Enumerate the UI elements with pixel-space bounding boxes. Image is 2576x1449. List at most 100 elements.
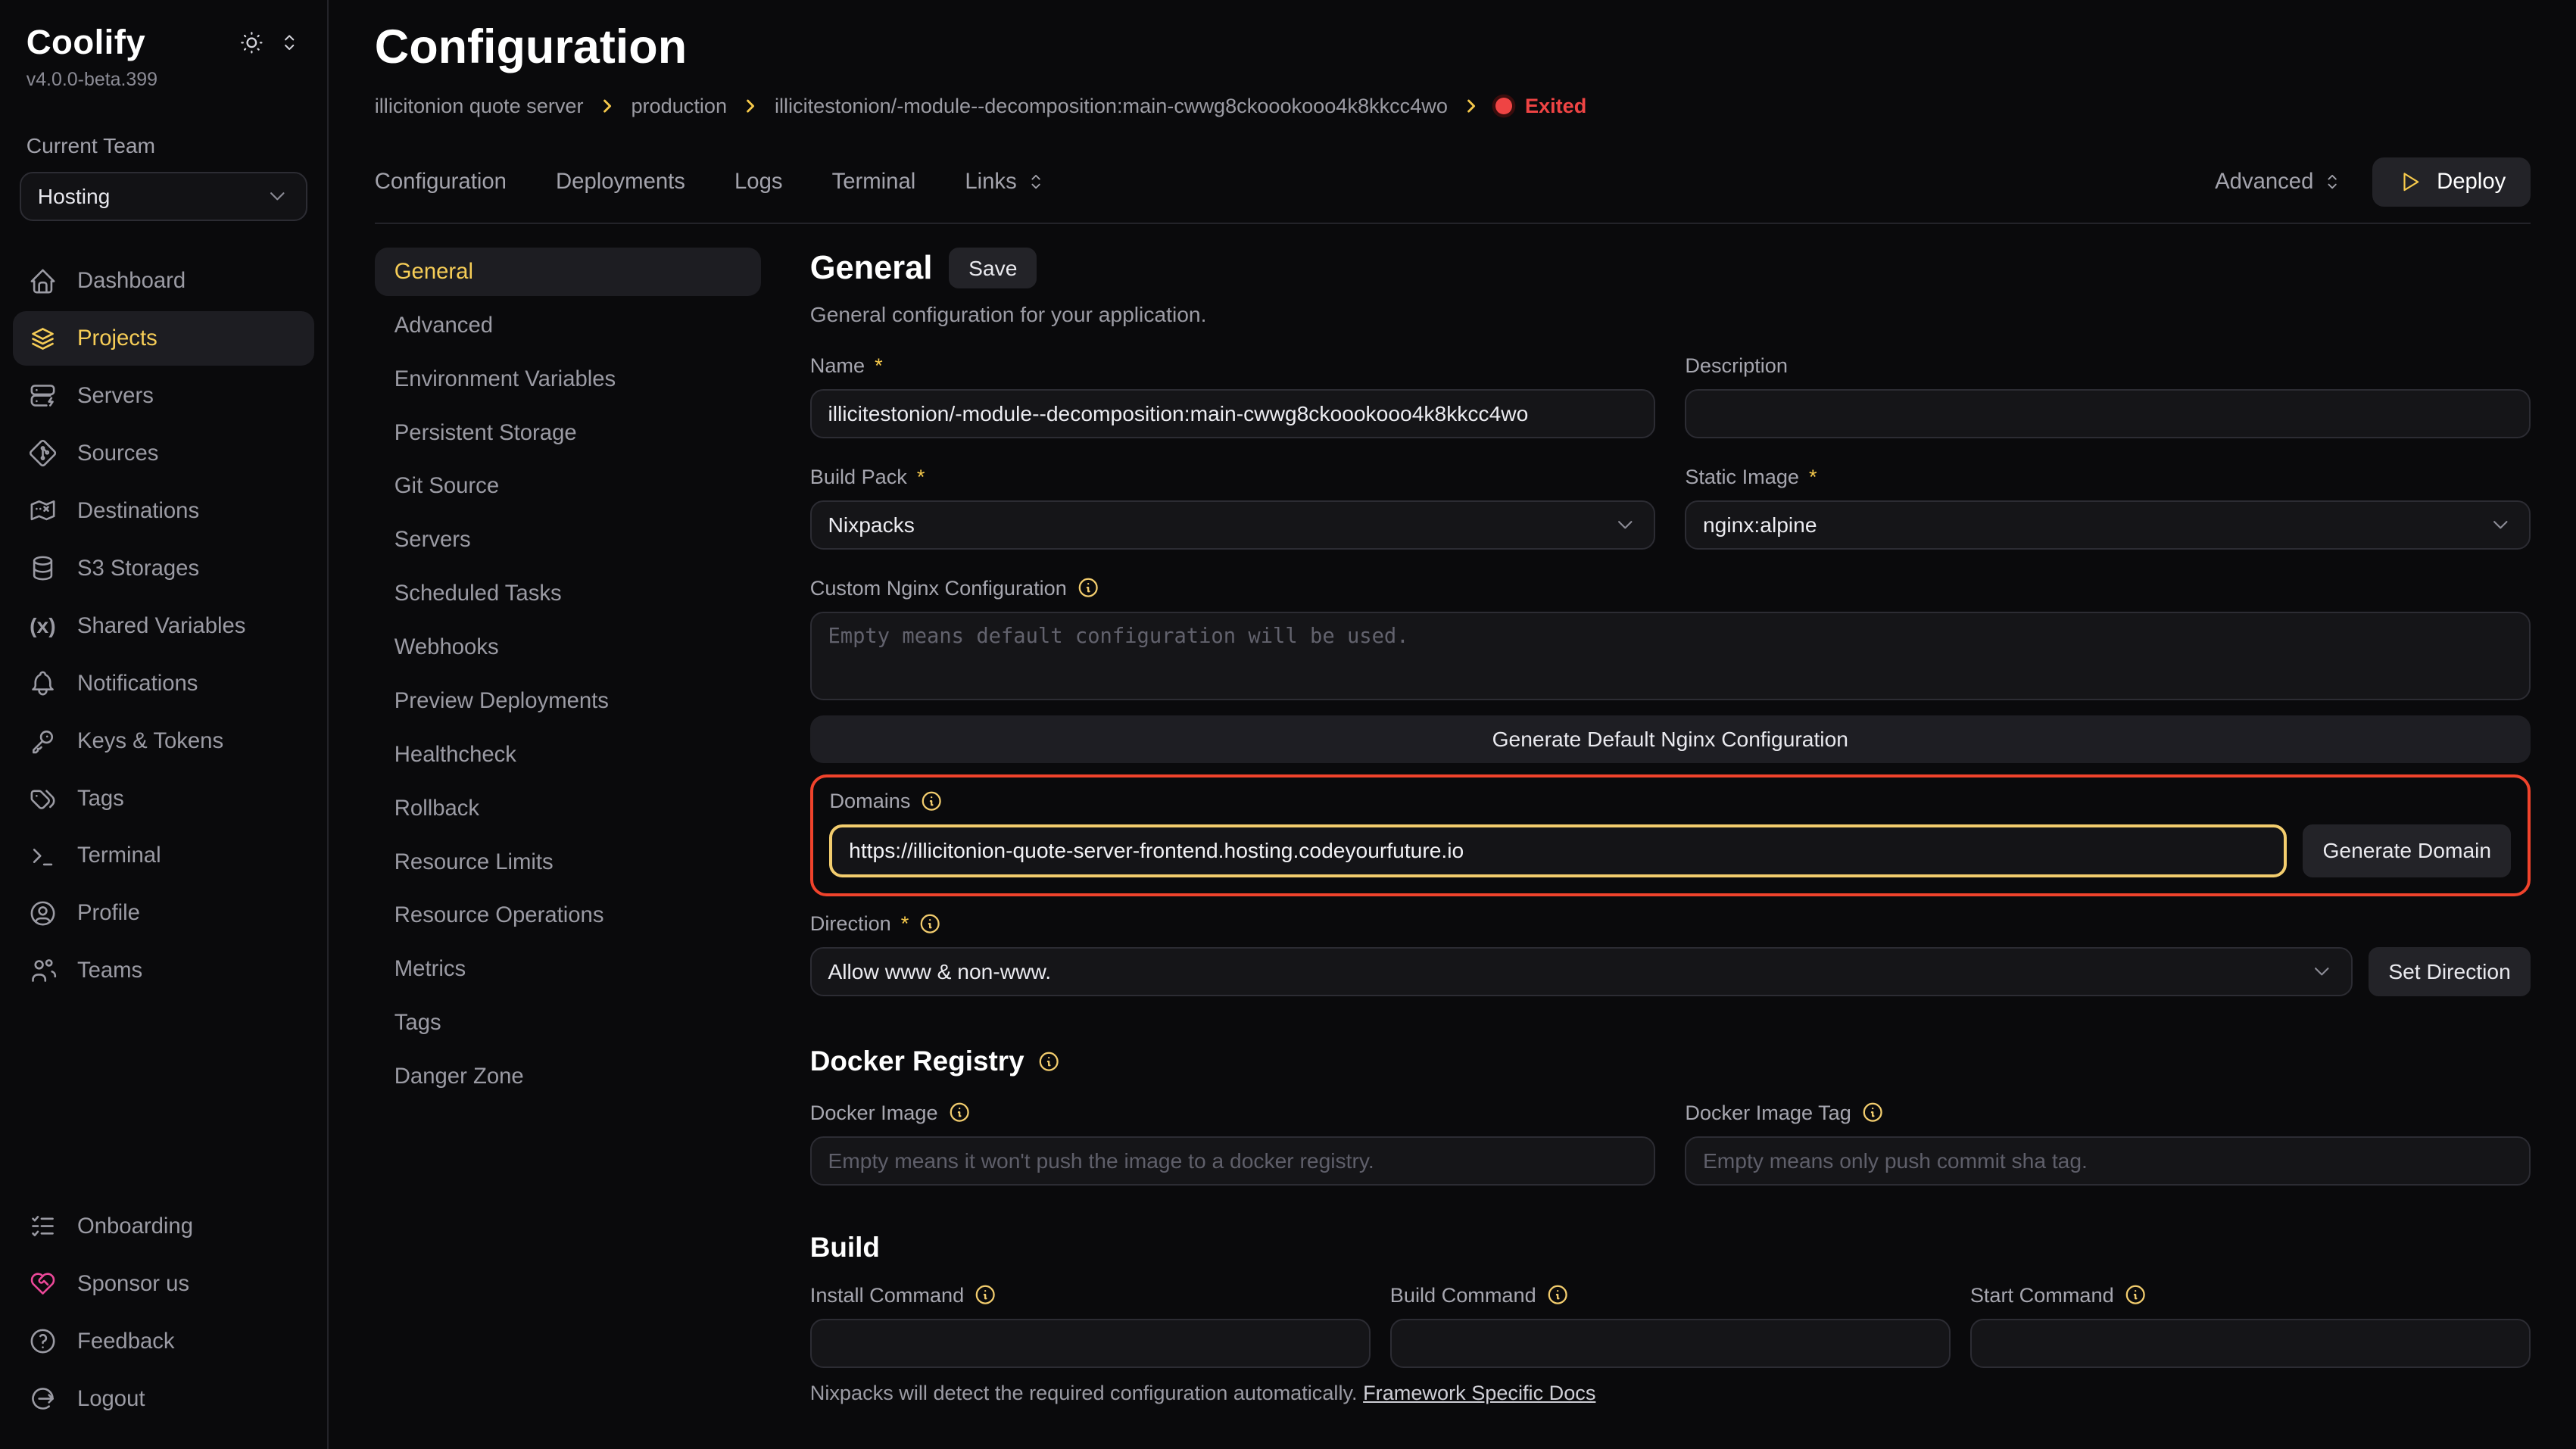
sidebar-item-profile[interactable]: Profile (13, 887, 313, 941)
description-input[interactable] (1685, 389, 2530, 438)
sidebar-item-label: Logout (77, 1386, 145, 1412)
sidebar-item-label: Sources (77, 441, 158, 466)
section-subtitle: General configuration for your applicati… (810, 302, 2531, 327)
build-pack-select[interactable]: Nixpacks (810, 500, 1655, 550)
database-icon (28, 553, 58, 583)
sidebar-nav: Dashboard Projects Servers Sources Desti… (0, 254, 327, 998)
build-pack-label: Build Pack (810, 465, 907, 489)
subnav-healthcheck[interactable]: Healthcheck (375, 731, 761, 779)
status-badge: Exited (1525, 94, 1586, 118)
breadcrumb-application[interactable]: illicitestonion/-module--decomposition:m… (775, 94, 1448, 118)
description-label: Description (1685, 354, 1788, 378)
install-command-input[interactable] (810, 1319, 1371, 1368)
sidebar-item-feedback[interactable]: Feedback (13, 1314, 313, 1369)
chevron-right-icon (1461, 95, 1482, 117)
status-dot (1495, 98, 1512, 114)
sidebar-item-s3-storages[interactable]: S3 Storages (13, 541, 313, 596)
tab-terminal[interactable]: Terminal (832, 169, 916, 195)
sun-icon[interactable] (239, 30, 265, 56)
tab-deployments[interactable]: Deployments (556, 169, 685, 195)
docker-image-tag-label: Docker Image Tag (1685, 1101, 1851, 1125)
sidebar-item-label: Servers (77, 383, 154, 409)
static-image-label: Static Image (1685, 465, 1799, 489)
app-version: v4.0.0-beta.399 (0, 69, 327, 91)
subnav-environment-variables[interactable]: Environment Variables (375, 354, 761, 403)
sidebar-item-label: Profile (77, 900, 140, 926)
subnav-preview-deployments[interactable]: Preview Deployments (375, 677, 761, 725)
sidebar-item-label: Tags (77, 786, 124, 812)
team-select[interactable]: Hosting (20, 172, 307, 221)
sidebar-footer-nav: Onboarding Sponsor us Feedback Logout (0, 1199, 327, 1426)
breadcrumb-environment[interactable]: production (631, 94, 727, 118)
sidebar-item-servers[interactable]: Servers (13, 369, 313, 423)
info-icon (918, 912, 941, 935)
sidebar-item-sources[interactable]: Sources (13, 426, 313, 481)
sidebar-item-keys-tokens[interactable]: Keys & Tokens (13, 714, 313, 768)
sidebar-item-tags[interactable]: Tags (13, 771, 313, 826)
subnav-git-source[interactable]: Git Source (375, 462, 761, 510)
current-team-label: Current Team (0, 133, 327, 158)
sidebar-item-label: Terminal (77, 843, 161, 868)
help-circle-icon (28, 1326, 58, 1356)
sidebar-item-label: Dashboard (77, 268, 186, 294)
chevron-down-icon (2488, 513, 2513, 538)
sidebar-item-label: Keys & Tokens (77, 728, 223, 754)
sidebar-item-teams[interactable]: Teams (13, 944, 313, 999)
tab-configuration[interactable]: Configuration (375, 169, 507, 195)
sidebar-item-notifications[interactable]: Notifications (13, 656, 313, 711)
subnav-danger-zone[interactable]: Danger Zone (375, 1052, 761, 1101)
subnav-resource-operations[interactable]: Resource Operations (375, 891, 761, 940)
subnav-tags[interactable]: Tags (375, 999, 761, 1047)
sidebar-item-destinations[interactable]: Destinations (13, 484, 313, 538)
subnav-metrics[interactable]: Metrics (375, 945, 761, 993)
subnav-webhooks[interactable]: Webhooks (375, 623, 761, 672)
settings-subnav: General Advanced Environment Variables P… (375, 248, 761, 1449)
deploy-button[interactable]: Deploy (2372, 157, 2530, 206)
sidebar-item-shared-variables[interactable]: (x) Shared Variables (13, 599, 313, 653)
sidebar-item-label: Sponsor us (77, 1271, 189, 1297)
nginx-config-textarea[interactable] (810, 612, 2531, 700)
paren-x-icon: (x) (28, 613, 58, 638)
sidebar-item-logout[interactable]: Logout (13, 1372, 313, 1426)
generate-domain-button[interactable]: Generate Domain (2303, 824, 2511, 877)
save-button[interactable]: Save (949, 248, 1037, 289)
subnav-general[interactable]: General (375, 248, 761, 296)
layers-icon (28, 324, 58, 354)
advanced-menu[interactable]: Advanced (2215, 169, 2343, 195)
docker-image-input[interactable] (810, 1136, 1655, 1186)
tab-logs[interactable]: Logs (734, 169, 783, 195)
docker-image-label: Docker Image (810, 1101, 938, 1125)
selector-icon[interactable] (278, 31, 301, 54)
sidebar-item-sponsor-us[interactable]: Sponsor us (13, 1257, 313, 1311)
direction-select[interactable]: Allow www & non-www. (810, 947, 2353, 996)
breadcrumb-project[interactable]: illicitonion quote server (375, 94, 584, 118)
build-command-input[interactable] (1390, 1319, 1951, 1368)
tags-icon (28, 784, 58, 813)
generate-nginx-config-button[interactable]: Generate Default Nginx Configuration (810, 715, 2531, 763)
sidebar-item-label: Onboarding (77, 1214, 193, 1239)
info-icon (1546, 1283, 1569, 1306)
chevron-right-icon (740, 95, 761, 117)
sidebar-item-terminal[interactable]: Terminal (13, 829, 313, 883)
start-command-label: Start Command (1970, 1283, 2114, 1307)
sidebar-item-projects[interactable]: Projects (13, 311, 313, 366)
set-direction-button[interactable]: Set Direction (2369, 947, 2531, 996)
subnav-servers[interactable]: Servers (375, 516, 761, 564)
docker-image-tag-input[interactable] (1685, 1136, 2530, 1186)
sidebar-item-onboarding[interactable]: Onboarding (13, 1199, 313, 1254)
framework-docs-link[interactable]: Framework Specific Docs (1363, 1381, 1595, 1404)
domains-input[interactable] (829, 824, 2286, 877)
sidebar-item-label: Notifications (77, 671, 198, 696)
subnav-advanced[interactable]: Advanced (375, 301, 761, 350)
sidebar-item-dashboard[interactable]: Dashboard (13, 254, 313, 308)
subnav-scheduled-tasks[interactable]: Scheduled Tasks (375, 569, 761, 618)
start-command-input[interactable] (1970, 1319, 2531, 1368)
build-command-label: Build Command (1390, 1283, 1536, 1307)
name-input[interactable] (810, 389, 1655, 438)
subnav-persistent-storage[interactable]: Persistent Storage (375, 408, 761, 457)
subnav-rollback[interactable]: Rollback (375, 784, 761, 832)
sidebar-item-label: Destinations (77, 498, 199, 524)
subnav-resource-limits[interactable]: Resource Limits (375, 837, 761, 886)
tab-links[interactable]: Links (965, 169, 1046, 195)
static-image-select[interactable]: nginx:alpine (1685, 500, 2530, 550)
